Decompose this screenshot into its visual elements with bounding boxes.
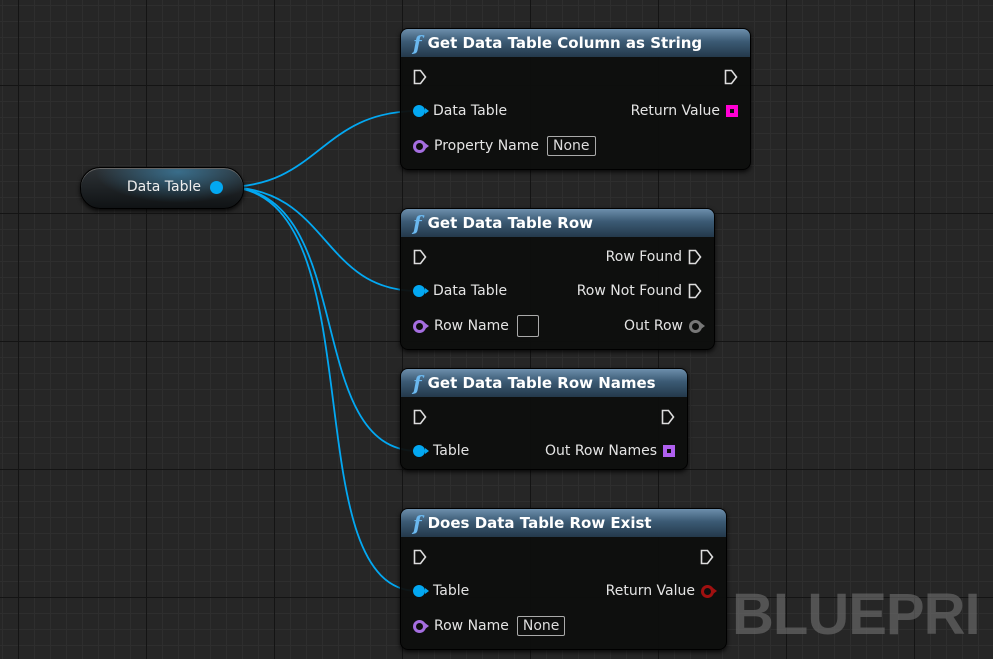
pin-label: Row Found (605, 249, 682, 265)
node-title: Get Data Table Column as String (427, 34, 703, 52)
pin-label: Out Row (624, 318, 683, 334)
pin-label: Return Value (630, 103, 720, 119)
node-title: Get Data Table Row (427, 214, 593, 232)
name-pin[interactable] (413, 139, 429, 153)
node-header: f Get Data Table Column as String (401, 29, 750, 57)
exec-row-not-found-pin[interactable] (688, 283, 702, 299)
pin-label: Row Name (434, 618, 509, 634)
pin-label: Data Table (433, 283, 508, 299)
string-array-pin-icon[interactable] (726, 105, 738, 117)
node-title: Does Data Table Row Exist (427, 514, 652, 532)
name-pin[interactable] (413, 619, 429, 633)
property-name-field[interactable]: None (547, 136, 596, 156)
pin-label: Data Table (433, 103, 508, 119)
name-pin[interactable] (413, 319, 429, 333)
function-icon: f (413, 31, 422, 55)
node-header: f Does Data Table Row Exist (401, 509, 726, 537)
pin-label: Out Row Names (545, 443, 657, 459)
node-title: Get Data Table Row Names (427, 374, 656, 392)
exec-out-pin[interactable] (661, 409, 675, 425)
pin-label: Table (433, 443, 470, 459)
data-table-pin[interactable] (413, 105, 429, 117)
exec-in-pin[interactable] (413, 409, 427, 425)
node-get-data-table-row-names[interactable]: f Get Data Table Row Names Table Out Row … (400, 368, 688, 470)
exec-in-pin[interactable] (413, 549, 427, 565)
out-row-pin[interactable] (689, 319, 705, 333)
node-header: f Get Data Table Row (401, 209, 714, 237)
exec-row-found-pin[interactable] (688, 249, 702, 265)
node-get-data-table-column-as-string[interactable]: f Get Data Table Column as String Data Ta… (400, 28, 751, 170)
table-pin[interactable] (413, 585, 429, 597)
pin-label: Table (433, 583, 470, 599)
table-pin[interactable] (413, 445, 429, 457)
function-icon: f (413, 511, 422, 535)
pin-label: Row Not Found (576, 283, 682, 299)
name-array-pin-icon[interactable] (663, 445, 675, 457)
node-does-data-table-row-exist[interactable]: f Does Data Table Row Exist Table Return … (400, 508, 727, 650)
node-get-data-table-row[interactable]: f Get Data Table Row Row Found Data Table… (400, 208, 715, 350)
bool-return-pin[interactable] (701, 584, 717, 598)
row-name-field[interactable]: None (516, 616, 566, 636)
data-table-output-pin[interactable] (210, 181, 223, 194)
pin-label: Property Name (434, 138, 539, 154)
exec-in-pin[interactable] (413, 69, 427, 85)
exec-out-pin[interactable] (724, 69, 738, 85)
pin-label: Return Value (605, 583, 695, 599)
data-table-pin[interactable] (413, 285, 429, 297)
wire-to-get-row (224, 186, 419, 292)
row-name-field[interactable] (516, 315, 539, 337)
data-table-variable-node[interactable]: Data Table (80, 167, 244, 209)
node-header: f Get Data Table Row Names (401, 369, 687, 397)
function-icon: f (413, 211, 422, 235)
exec-in-pin[interactable] (413, 249, 427, 265)
wire-to-column-as-string (224, 110, 419, 188)
wire-to-row-exist (224, 186, 419, 592)
function-icon: f (413, 371, 422, 395)
variable-label: Data Table (126, 179, 201, 195)
exec-out-pin[interactable] (700, 549, 714, 565)
pin-label: Row Name (434, 318, 509, 334)
